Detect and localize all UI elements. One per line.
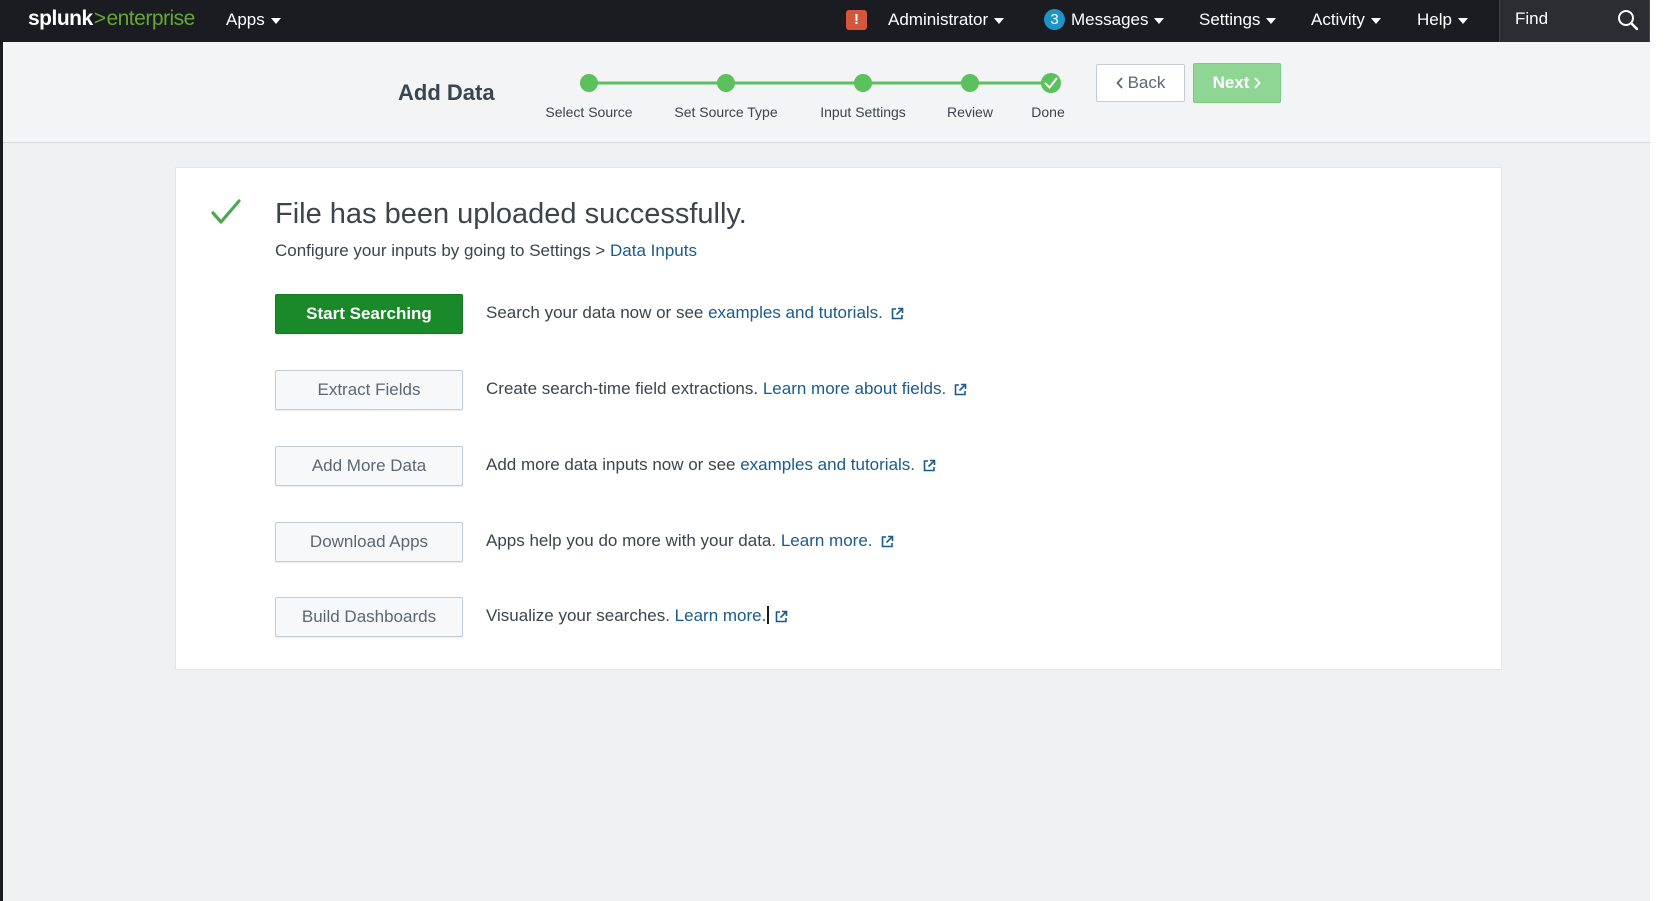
examples-tutorials-link[interactable]: examples and tutorials.: [740, 455, 915, 474]
next-button[interactable]: Next: [1193, 63, 1281, 103]
download-apps-button[interactable]: Download Apps: [275, 522, 463, 562]
page-title: Add Data: [398, 80, 495, 105]
step-dot-done: [1041, 73, 1061, 93]
checkmark-icon: [210, 198, 242, 233]
window-edge-right: [1650, 0, 1667, 901]
action-desc-add-more-data: Add more data inputs now or see examples…: [486, 455, 936, 477]
step-label-review: Review: [947, 104, 993, 120]
action-desc-build-dashboards: Visualize your searches. Learn more.: [486, 606, 788, 628]
step-label-select-source: Select Source: [545, 104, 633, 120]
caret-down-icon: [1154, 17, 1165, 24]
step-dot-input-settings: [854, 74, 872, 92]
data-inputs-link[interactable]: Data Inputs: [610, 241, 697, 260]
step-dot-set-source-type: [717, 74, 735, 92]
caret-down-icon: [1266, 17, 1277, 24]
find-search-box[interactable]: Find: [1499, 0, 1650, 42]
wizard-progress-track: [580, 73, 1061, 93]
logo-chevron: >: [93, 7, 106, 30]
external-link-icon[interactable]: [891, 305, 904, 325]
help-menu-label: Help: [1417, 10, 1452, 29]
extract-fields-button[interactable]: Extract Fields: [275, 370, 463, 410]
step-label-set-source-type: Set Source Type: [674, 104, 778, 120]
messages-menu-label: Messages: [1071, 10, 1149, 29]
action-desc-text: Search your data now or see: [486, 303, 709, 322]
success-subtitle: Configure your inputs by going to Settin…: [275, 241, 697, 261]
add-data-wizard-header: Add Data Select Source Set Source Type I…: [3, 42, 1650, 143]
action-desc-text: Add more data inputs now or see: [486, 455, 741, 474]
apps-menu[interactable]: Apps: [226, 0, 281, 42]
settings-menu-label: Settings: [1199, 10, 1261, 29]
start-searching-button[interactable]: Start Searching: [275, 294, 463, 334]
logo-text-enterprise: enterprise: [106, 7, 195, 30]
action-desc-start-searching: Search your data now or see examples and…: [486, 303, 904, 325]
success-title: File has been uploaded successfully.: [275, 198, 747, 230]
caret-down-icon: [1457, 17, 1468, 24]
messages-count-badge: 3: [1044, 9, 1065, 30]
chevron-right-icon: [1254, 77, 1262, 89]
chevron-left-icon: [1115, 77, 1123, 89]
settings-menu[interactable]: Settings: [1199, 0, 1277, 42]
back-button[interactable]: Back: [1096, 64, 1185, 102]
examples-tutorials-link[interactable]: examples and tutorials.: [708, 303, 883, 322]
learn-more-dashboards-link[interactable]: Learn more.: [675, 606, 767, 625]
activity-menu[interactable]: Activity: [1311, 0, 1381, 42]
learn-more-apps-link[interactable]: Learn more.: [781, 531, 873, 550]
caret-down-icon: [270, 17, 281, 24]
caret-down-icon: [994, 17, 1005, 24]
logo-text-splunk: splunk: [28, 7, 93, 30]
search-icon[interactable]: [1617, 9, 1639, 36]
apps-menu-label: Apps: [226, 10, 265, 29]
activity-menu-label: Activity: [1311, 10, 1365, 29]
action-desc-text: Apps help you do more with your data.: [486, 531, 781, 550]
alert-icon[interactable]: !: [846, 10, 867, 30]
administrator-menu[interactable]: Administrator: [888, 0, 1005, 42]
step-label-done: Done: [1031, 104, 1065, 120]
step-label-input-settings: Input Settings: [820, 104, 906, 120]
administrator-menu-label: Administrator: [888, 10, 989, 29]
splunk-logo[interactable]: splunk>enterprise: [28, 7, 195, 31]
text-cursor: [767, 606, 770, 624]
external-link-icon[interactable]: [954, 381, 967, 401]
messages-menu[interactable]: 3 Messages: [1044, 0, 1165, 42]
help-menu[interactable]: Help: [1417, 0, 1468, 42]
caret-down-icon: [1370, 17, 1381, 24]
find-label: Find: [1515, 9, 1549, 28]
learn-more-fields-link[interactable]: Learn more about fields.: [763, 379, 946, 398]
action-desc-extract-fields: Create search-time field extractions. Le…: [486, 379, 967, 401]
external-link-icon[interactable]: [923, 457, 936, 477]
external-link-icon[interactable]: [775, 608, 788, 628]
action-desc-download-apps: Apps help you do more with your data. Le…: [486, 531, 894, 553]
back-button-label: Back: [1127, 73, 1166, 92]
step-dot-select-source: [580, 74, 598, 92]
add-more-data-button[interactable]: Add More Data: [275, 446, 463, 486]
subtitle-text: Configure your inputs by going to Settin…: [275, 241, 611, 260]
step-dot-review: [961, 74, 979, 92]
external-link-icon[interactable]: [881, 533, 894, 553]
next-button-label: Next: [1212, 73, 1250, 92]
action-desc-text: Visualize your searches.: [486, 606, 675, 625]
action-desc-text: Create search-time field extractions.: [486, 379, 763, 398]
top-nav-bar: splunk>enterprise Apps ! Administrator 3…: [3, 0, 1650, 42]
build-dashboards-button[interactable]: Build Dashboards: [275, 597, 463, 637]
